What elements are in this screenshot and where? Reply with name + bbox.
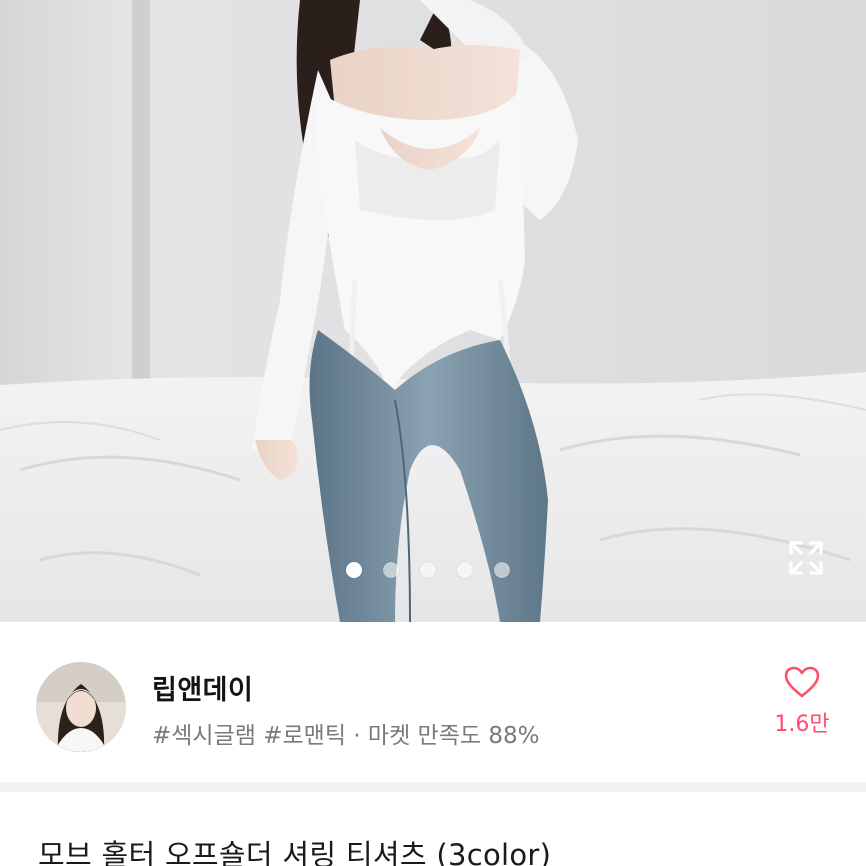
avatar-image <box>36 662 126 752</box>
pager-dot[interactable] <box>420 562 436 578</box>
pager-dot[interactable] <box>457 562 473 578</box>
shop-tags: #섹시글램 #로맨틱 · 마켓 만족도 88% <box>152 723 540 749</box>
product-title: 모브 홀터 오프숄더 셔링 티셔츠 (3color) <box>38 838 552 866</box>
pager-dot[interactable] <box>494 562 510 578</box>
like-button[interactable]: 1.6만 <box>770 666 834 746</box>
product-image <box>0 0 866 622</box>
pager-dot[interactable] <box>383 562 399 578</box>
photo-pager <box>0 562 866 580</box>
section-divider <box>0 782 866 792</box>
like-count: 1.6만 <box>774 712 830 737</box>
shop-info: 립앤데이 #섹시글램 #로맨틱 · 마켓 만족도 88% 1.6만 <box>0 622 866 782</box>
product-photo[interactable] <box>0 0 866 622</box>
pager-dot[interactable] <box>346 562 362 578</box>
heart-icon <box>784 666 820 698</box>
shop-name[interactable]: 립앤데이 <box>152 668 253 707</box>
avatar[interactable] <box>36 662 126 752</box>
